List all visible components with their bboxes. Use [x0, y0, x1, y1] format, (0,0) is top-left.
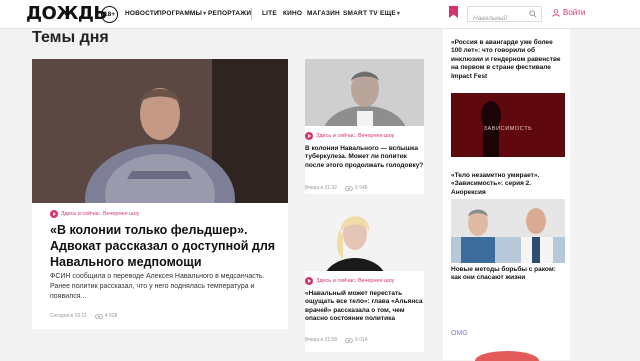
sidebar-article-title[interactable]: Новые методы борьбы с раком: как они спа… [451, 266, 565, 283]
sidebar-card-image [475, 351, 539, 361]
views-counter: 6 546 [345, 185, 368, 191]
sidebar-card-omg[interactable]: OMG [443, 322, 570, 361]
featured-article-headline[interactable]: «В колонии только фельдшер». Адвокат рас… [50, 223, 282, 271]
article-headline[interactable]: В колонии Навального — вспышка туберкуле… [305, 145, 424, 170]
featured-article-lead: ФСИН сообщила о переводе Алексея Навальн… [50, 273, 265, 301]
article-card[interactable]: Здесь и сейчас. Вечернее шоу «Навальный … [305, 204, 424, 352]
article-time: Сегодня в 03:11 [50, 313, 87, 319]
views-count: 6 546 [355, 185, 368, 191]
article-tag-label: Здесь и сейчас. Вечернее шоу [316, 133, 395, 139]
views-count: 4 928 [104, 313, 118, 319]
sidebar-article-title[interactable]: «Тело незаметно умирает». «Зависимость»:… [451, 172, 565, 197]
sidebar-article-image[interactable]: ЗАВИСИМОСТЬ [451, 93, 565, 157]
article-time: Вчера в 21:32 [305, 185, 338, 191]
sidebar: «Россия в авангарде уже более 100 лет»: … [443, 29, 570, 360]
article-headline[interactable]: «Навальный может перестать ощущать все т… [305, 290, 424, 324]
chevron-down-icon: ▾ [203, 11, 207, 17]
views-counter: 6 014 [345, 337, 368, 343]
login-label: Войти [563, 8, 586, 17]
chevron-down-icon: ▾ [396, 11, 401, 17]
article-meta: Вчера в 21:32 6 546 [305, 185, 368, 191]
eye-icon [94, 313, 103, 319]
article-tag-label: Здесь и сейчас. Вечернее шоу [61, 211, 140, 217]
nav-more-label: ЕЩЕ [380, 10, 396, 17]
article-card[interactable]: Здесь и сейчас. Вечернее шоу В колонии Н… [305, 59, 424, 194]
eye-icon [345, 185, 354, 191]
user-icon [552, 8, 560, 17]
nav-news[interactable]: НОВОСТИ [125, 10, 159, 17]
login-link[interactable]: Войти [552, 8, 585, 17]
article-meta: Сегодня в 03:11 4 928 [50, 313, 117, 319]
play-icon [305, 132, 313, 140]
sidebar-image-caption: ЗАВИСИМОСТЬ [484, 126, 533, 132]
site-logo[interactable]: ДОЖДЬ [26, 3, 107, 24]
eye-icon [345, 337, 354, 343]
sidebar-article-image[interactable] [451, 199, 565, 263]
featured-article-image [32, 59, 288, 203]
nav-programs-label: ПРОГРАММЫ [157, 10, 203, 17]
search-box [467, 6, 542, 26]
nav-lite[interactable]: LITE [262, 10, 277, 17]
article-time: Вчера в 21:58 [305, 337, 338, 343]
play-icon [50, 210, 58, 218]
views-count: 6 014 [355, 337, 368, 343]
age-rating-badge: 18+ [101, 6, 118, 23]
nav-programs[interactable]: ПРОГРАММЫ▾ [157, 10, 206, 17]
nav-reports[interactable]: РЕПОРТАЖИ [208, 10, 251, 17]
site-header: ДОЖДЬ 18+ НОВОСТИ ПРОГРАММЫ▾ РЕПОРТАЖИ L… [0, 0, 640, 29]
play-icon [305, 277, 313, 285]
article-image [305, 59, 424, 126]
nav-more[interactable]: ЕЩЕ▾ [380, 10, 400, 17]
nav-shop[interactable]: МАГАЗИН [307, 10, 340, 17]
nav-kino[interactable]: КИНО [283, 10, 302, 17]
sidebar-label: OMG [451, 330, 468, 337]
bookmark-icon[interactable] [449, 6, 458, 18]
featured-article-card[interactable]: Здесь и сейчас. Вечернее шоу «В колонии … [32, 59, 288, 329]
article-image [305, 204, 424, 271]
article-tag[interactable]: Здесь и сейчас. Вечернее шоу [50, 210, 139, 218]
nav-divider [251, 8, 252, 20]
search-icon[interactable] [529, 10, 537, 18]
article-tag[interactable]: Здесь и сейчас. Вечернее шоу [305, 132, 394, 140]
sidebar-article-title[interactable]: «Россия в авангарде уже более 100 лет»: … [451, 39, 565, 81]
section-title: Темы дня [32, 29, 109, 46]
article-meta: Вчера в 21:58 6 014 [305, 337, 368, 343]
views-counter: 4 928 [94, 313, 118, 319]
article-tag[interactable]: Здесь и сейчас. Вечернее шоу [305, 277, 394, 285]
article-tag-label: Здесь и сейчас. Вечернее шоу [316, 278, 395, 284]
search-input[interactable] [468, 11, 524, 26]
nav-smart-tv[interactable]: SMART TV [343, 10, 378, 17]
